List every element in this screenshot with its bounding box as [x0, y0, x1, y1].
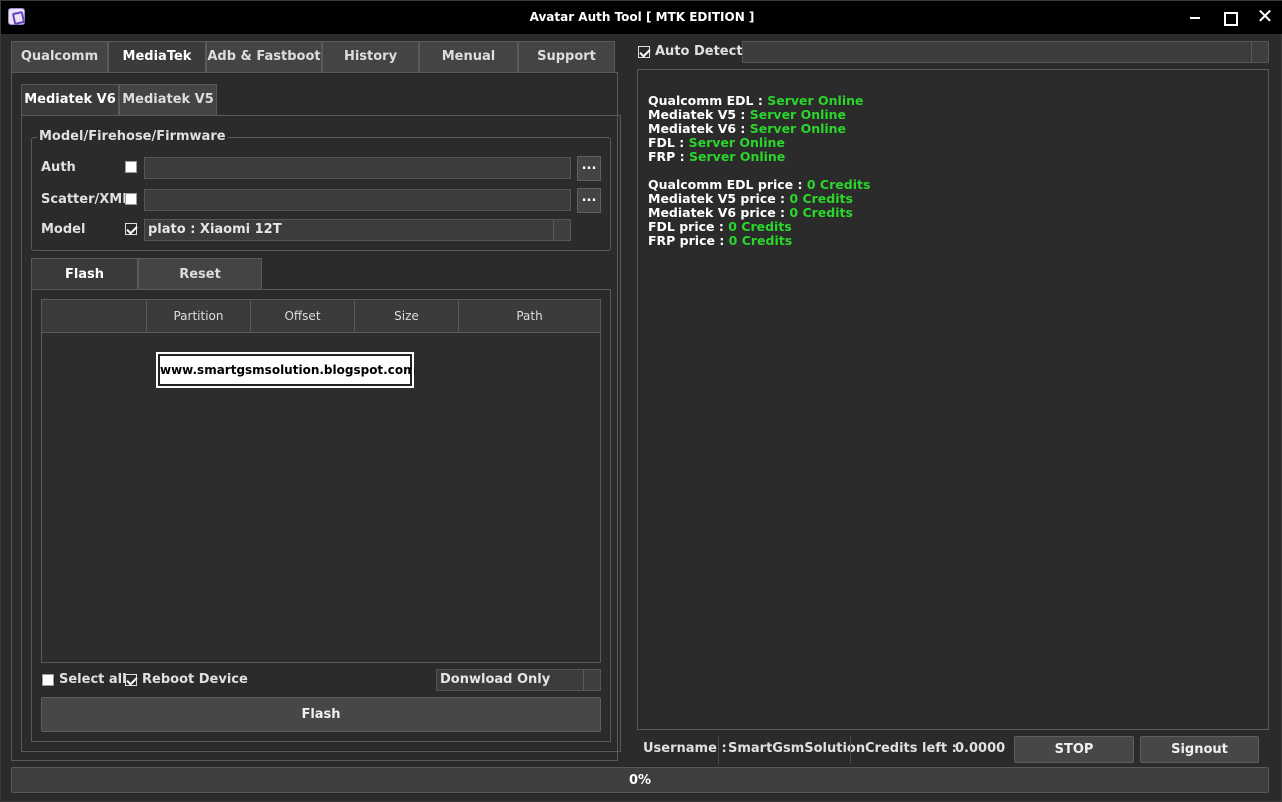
- tab-qualcomm[interactable]: Qualcomm: [11, 41, 108, 72]
- log-label: Qualcomm EDL :: [648, 93, 768, 108]
- column-header-size[interactable]: Size: [355, 300, 459, 333]
- maximize-icon[interactable]: [1217, 6, 1241, 28]
- log-value: Server Online: [749, 121, 847, 136]
- tab-flash-firmware[interactable]: Flash Firmware: [31, 258, 138, 313]
- progress-text: 0%: [628, 773, 652, 788]
- credits-label: Credits left :: [865, 741, 957, 756]
- tab-mediatek[interactable]: MediaTek: [108, 41, 206, 72]
- port-select[interactable]: [742, 41, 1269, 63]
- log-label: FRP :: [648, 149, 690, 164]
- column-header-offset[interactable]: Offset: [251, 300, 355, 333]
- log-label: Qualcomm EDL price :: [648, 177, 807, 192]
- auto-detect-label[interactable]: Auto Detect: [655, 44, 743, 59]
- model-select[interactable]: plato : Xiaomi 12T: [144, 219, 571, 241]
- log-line: Qualcomm EDL : Server Online: [648, 93, 864, 108]
- tab-adb-fastboot[interactable]: Adb & Fastboot: [206, 41, 322, 72]
- tab-history[interactable]: History: [322, 41, 419, 72]
- minimize-icon[interactable]: [1183, 6, 1207, 28]
- model-dropdown-button[interactable]: [553, 220, 570, 240]
- reboot-device-checkbox[interactable]: [125, 674, 137, 686]
- watermark-label: www.smartgsmsolution.blogspot.com: [156, 352, 416, 388]
- scatter-checkbox[interactable]: [125, 193, 137, 205]
- log-label: FRP price :: [648, 233, 729, 248]
- username-label: Username :: [643, 741, 727, 756]
- log-value: 0 Credits: [789, 205, 853, 220]
- model-select-value: plato : Xiaomi 12T: [148, 222, 282, 237]
- tab-support[interactable]: Support: [518, 41, 615, 72]
- log-value: 0 Credits: [806, 177, 871, 192]
- window-title: Avatar Auth Tool [ MTK EDITION ]: [529, 10, 755, 24]
- progress-bar: 0%: [11, 767, 1269, 793]
- tab-menual[interactable]: Menual: [419, 41, 518, 72]
- select-all-checkbox[interactable]: [42, 674, 54, 686]
- reboot-device-label[interactable]: Reboot Device: [142, 672, 248, 687]
- auto-detect-checkbox[interactable]: [638, 46, 650, 58]
- scatter-label: Scatter/XML: [41, 192, 131, 207]
- column-header-path[interactable]: Path: [459, 300, 600, 333]
- select-all-label[interactable]: Select all: [59, 672, 127, 687]
- scatter-path-input[interactable]: [144, 189, 571, 211]
- log-label: FDL price :: [648, 219, 729, 234]
- flash-button[interactable]: Flash: [41, 697, 601, 732]
- model-checkbox[interactable]: [125, 223, 137, 235]
- table-header: Partition Offset Size Path: [42, 300, 600, 333]
- log-value: 0 Credits: [789, 191, 853, 206]
- auth-path-input[interactable]: [144, 157, 571, 179]
- port-dropdown-button[interactable]: [1251, 42, 1268, 62]
- log-value: Server Online: [689, 149, 786, 164]
- auth-label: Auth: [41, 160, 76, 175]
- log-output[interactable]: Qualcomm EDL : Server Online Mediatek V5…: [637, 69, 1269, 730]
- log-value: 0 Credits: [728, 233, 793, 248]
- firmware-group-title: Model/Firehose/Firmware: [37, 129, 228, 144]
- log-line: FRP : Server Online: [648, 149, 785, 164]
- log-line: FDL : Server Online: [648, 135, 785, 150]
- log-line: FDL price : 0 Credits: [648, 219, 792, 234]
- log-label: Mediatek V6 price :: [648, 205, 790, 220]
- log-line: Mediatek V5 price : 0 Credits: [648, 191, 853, 206]
- auth-checkbox[interactable]: [125, 161, 137, 173]
- tab-mediatek-v5[interactable]: Mediatek V5: [119, 84, 217, 115]
- log-line: FRP price : 0 Credits: [648, 233, 792, 248]
- credits-value: 0.0000: [955, 741, 1006, 756]
- auth-browse-button[interactable]: ...: [577, 156, 601, 181]
- log-value: 0 Credits: [728, 219, 792, 234]
- log-value: Server Online: [749, 107, 847, 122]
- model-label: Model: [41, 222, 86, 237]
- log-line: Qualcomm EDL price : 0 Credits: [648, 177, 870, 192]
- username-value: SmartGsmSolution: [728, 741, 866, 756]
- status-divider: [718, 736, 719, 764]
- column-header-partition[interactable]: Partition: [147, 300, 251, 333]
- log-label: FDL :: [648, 135, 689, 150]
- log-label: Mediatek V6 :: [648, 121, 750, 136]
- scatter-browse-button[interactable]: ...: [577, 188, 601, 213]
- status-divider: [850, 736, 851, 764]
- log-value: Server Online: [767, 93, 864, 108]
- tab-reset-operations[interactable]: Reset Operations: [138, 258, 262, 313]
- log-line: Mediatek V5 : Server Online: [648, 107, 846, 122]
- signout-button[interactable]: Signout: [1140, 736, 1259, 763]
- title-bar: Avatar Auth Tool [ MTK EDITION ] ✕: [1, 1, 1282, 34]
- app-window: Avatar Auth Tool [ MTK EDITION ] ✕ Qualc…: [0, 0, 1282, 802]
- log-label: Mediatek V5 price :: [648, 191, 790, 206]
- stop-button[interactable]: STOP: [1014, 736, 1134, 763]
- log-line: Mediatek V6 : Server Online: [648, 121, 846, 136]
- flash-mode-value: Donwload Only: [440, 672, 551, 687]
- close-icon[interactable]: ✕: [1253, 6, 1277, 28]
- column-header-select[interactable]: [42, 300, 147, 333]
- tab-mediatek-v6[interactable]: Mediatek V6: [21, 84, 119, 115]
- flash-mode-select[interactable]: Donwload Only: [436, 669, 601, 691]
- flash-mode-dropdown-button[interactable]: [583, 670, 600, 690]
- log-label: Mediatek V5 :: [648, 107, 750, 122]
- log-line: Mediatek V6 price : 0 Credits: [648, 205, 853, 220]
- log-value: Server Online: [688, 135, 785, 150]
